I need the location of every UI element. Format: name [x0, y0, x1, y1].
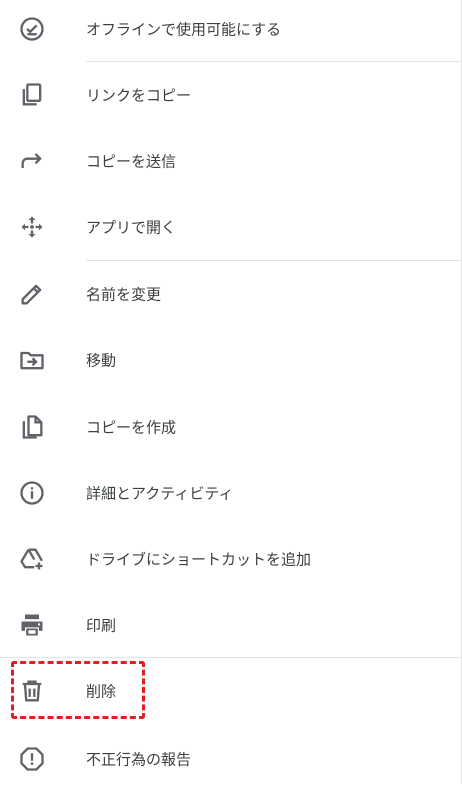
menu-item-label: コピーを作成: [86, 418, 177, 437]
offline-check-icon: [18, 15, 46, 43]
menu-item-label: アプリで開く: [86, 218, 177, 237]
menu-item-print[interactable]: 印刷: [0, 592, 461, 658]
menu-item-open-with-app[interactable]: アプリで開く: [0, 194, 461, 260]
menu-item-label: 詳細とアクティビティ: [86, 484, 234, 503]
menu-item-delete[interactable]: 削除: [0, 658, 461, 724]
open-with-icon: [18, 213, 46, 241]
menu-item-add-shortcut-to-drive[interactable]: ドライブにショートカットを追加: [0, 526, 461, 592]
report-icon: [18, 745, 46, 773]
menu-item-label: オフラインで使用可能にする: [86, 20, 282, 39]
menu-item-move[interactable]: 移動: [0, 327, 461, 393]
copy-link-icon: [18, 81, 46, 109]
menu-item-label: 削除: [86, 682, 117, 701]
pencil-icon: [18, 280, 46, 308]
menu-item-label: ドライブにショートカットを追加: [86, 550, 312, 569]
menu-item-label: リンクをコピー: [86, 86, 192, 105]
menu-item-label: コピーを送信: [86, 152, 177, 171]
menu-item-label: 印刷: [86, 616, 117, 635]
menu-item-report-abuse[interactable]: 不正行為の報告: [0, 726, 461, 792]
menu-item-label: 移動: [86, 351, 117, 370]
add-drive-shortcut-icon: [18, 545, 46, 573]
menu-item-make-available-offline[interactable]: オフラインで使用可能にする: [0, 0, 461, 62]
menu-item-send-copy[interactable]: コピーを送信: [0, 128, 461, 194]
menu-item-label: 名前を変更: [86, 285, 162, 304]
move-folder-icon: [18, 346, 46, 374]
menu-item-make-copy[interactable]: コピーを作成: [0, 394, 461, 460]
make-copy-icon: [18, 413, 46, 441]
menu-item-rename[interactable]: 名前を変更: [0, 261, 461, 327]
menu-item-details-activity[interactable]: 詳細とアクティビティ: [0, 460, 461, 526]
print-icon: [18, 611, 46, 639]
info-icon: [18, 479, 46, 507]
send-copy-icon: [18, 147, 46, 175]
menu-item-copy-link[interactable]: リンクをコピー: [0, 62, 461, 128]
file-actions-menu: オフラインで使用可能にする リンクをコピー コピーを送信 アプリで開く 名前を変…: [0, 0, 462, 784]
trash-icon: [18, 677, 46, 705]
menu-item-label: 不正行為の報告: [86, 750, 192, 769]
